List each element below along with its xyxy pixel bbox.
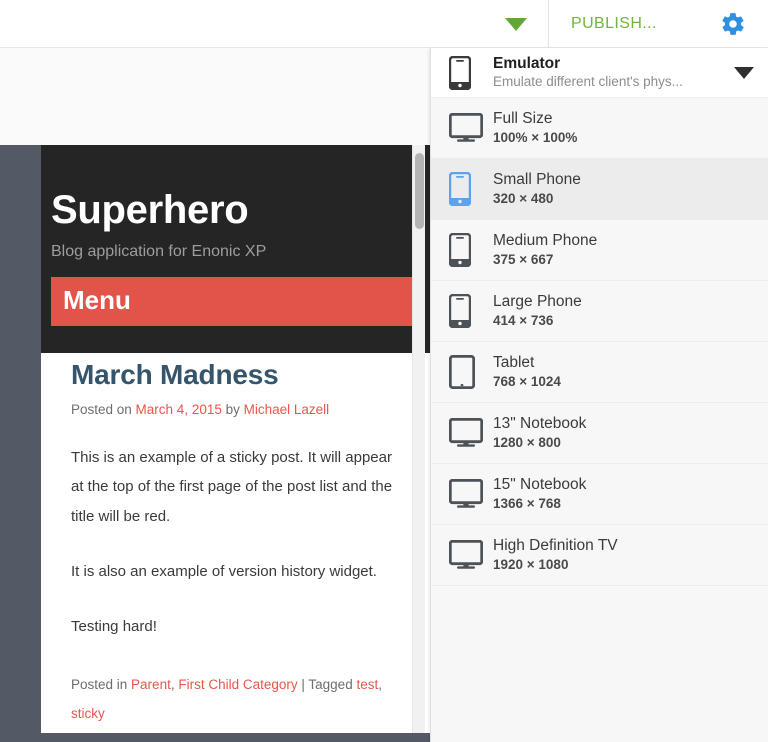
emulator-option-label: 13" Notebook <box>493 414 587 432</box>
post-meta-by: by <box>221 402 244 417</box>
caret-down-icon[interactable] <box>734 66 754 79</box>
post-footer: Posted in Parent, First Child Category |… <box>71 671 400 728</box>
emulator-option-dimensions: 1920 × 1080 <box>493 556 569 572</box>
emulator-option-text: High Definition TV 1920 × 1080 <box>493 536 618 574</box>
post-footer-tagged: Tagged <box>308 677 357 693</box>
post-footer-posted-in: Posted in <box>71 677 132 693</box>
phone-icon <box>449 233 493 267</box>
emulator-option-15-notebook[interactable]: 15" Notebook 1366 × 768 <box>431 464 768 525</box>
triangle-down-icon <box>505 17 527 31</box>
post-title: March Madness <box>71 359 279 390</box>
post-category-link[interactable]: Parent <box>131 677 171 692</box>
emulator-option-tablet[interactable]: Tablet 768 × 1024 <box>431 342 768 403</box>
emulator-option-text: 13" Notebook 1280 × 800 <box>493 414 586 452</box>
tablet-icon <box>449 355 493 389</box>
emulator-option-label: Medium Phone <box>493 231 598 249</box>
phone-icon <box>449 172 493 206</box>
blog-tagline: Blog application for Enonic XP <box>51 243 267 260</box>
device-scrollbar-thumb[interactable] <box>415 153 424 229</box>
emulator-option-label: Small Phone <box>493 170 581 188</box>
emulator-option-text: Medium Phone 375 × 667 <box>493 231 597 269</box>
blog-header: Superhero Blog application for Enonic XP… <box>41 145 430 353</box>
emulator-option-text: Tablet 768 × 1024 <box>493 353 561 391</box>
post-category-link[interactable]: First Child Category <box>178 677 297 692</box>
device-scrollbar[interactable] <box>412 145 425 733</box>
emulator-option-small-phone[interactable]: Small Phone 320 × 480 <box>431 159 768 220</box>
post-meta-prefix: Posted on <box>71 402 136 417</box>
emulator-option-label: High Definition TV <box>493 536 618 554</box>
blog-body: March Madness Posted on March 4, 2015 by… <box>41 353 430 728</box>
emulator-toggle-button[interactable] <box>484 0 548 48</box>
emulator-option-dimensions: 1366 × 768 <box>493 495 561 511</box>
post-footer-separator: | <box>297 677 309 693</box>
phone-icon <box>449 294 493 328</box>
emulator-option-label: Large Phone <box>493 292 582 310</box>
gear-icon <box>722 13 744 35</box>
emulator-option-dimensions: 320 × 480 <box>493 190 554 206</box>
app-root: PUBLISH... Superhero Blog application fo… <box>0 0 768 742</box>
post-paragraph: This is an example of a sticky post. It … <box>71 449 393 525</box>
emulator-option-dimensions: 414 × 736 <box>493 312 554 328</box>
emulator-option-label: Tablet <box>493 353 535 371</box>
emulator-option-full-size[interactable]: Full Size 100% × 100% <box>431 98 768 159</box>
emulator-option-dimensions: 100% × 100% <box>493 129 578 145</box>
post-tag-link[interactable]: sticky <box>71 706 105 721</box>
post-author-link[interactable]: Michael Lazell <box>244 402 330 417</box>
blog-site-title: Superhero <box>51 188 249 232</box>
emulator-option-13-notebook[interactable]: 13" Notebook 1280 × 800 <box>431 403 768 464</box>
top-toolbar: PUBLISH... <box>0 0 768 48</box>
emulator-option-label: 15" Notebook <box>493 475 587 493</box>
emulator-subtitle: Emulate different client's phys... <box>493 74 683 90</box>
emulator-option-text: Small Phone 320 × 480 <box>493 170 581 208</box>
emulator-dropdown-header[interactable]: Emulator Emulate different client's phys… <box>431 48 768 98</box>
blog-menu-button[interactable]: Menu <box>51 277 420 326</box>
preview-stage: Superhero Blog application for Enonic XP… <box>0 48 430 742</box>
emulator-option-large-phone[interactable]: Large Phone 414 × 736 <box>431 281 768 342</box>
post-tag-link[interactable]: test <box>356 677 378 692</box>
emulator-option-medium-phone[interactable]: Medium Phone 375 × 667 <box>431 220 768 281</box>
monitor-icon <box>449 540 493 570</box>
post-meta: Posted on March 4, 2015 by Michael Lazel… <box>71 402 400 417</box>
device-viewport: Superhero Blog application for Enonic XP… <box>41 145 430 733</box>
post-paragraph: It is also an example of version history… <box>71 562 377 580</box>
phone-icon <box>449 55 493 90</box>
emulator-option-dimensions: 768 × 1024 <box>493 373 561 389</box>
monitor-icon <box>449 479 493 509</box>
emulator-option-text: Full Size 100% × 100% <box>493 109 577 147</box>
settings-button[interactable] <box>698 0 768 48</box>
emulator-option-list: Full Size 100% × 100% Small Phone 320 × … <box>431 98 768 586</box>
comma: , <box>378 677 382 693</box>
emulator-dropdown-panel: Emulator Emulate different client's phys… <box>430 48 768 742</box>
emulator-option-text: Large Phone 414 × 736 <box>493 292 582 330</box>
post-paragraph: Testing hard! <box>71 618 157 635</box>
emulator-title: Emulator <box>493 55 561 73</box>
emulator-dropdown-header-text: Emulator Emulate different client's phys… <box>493 54 724 91</box>
monitor-icon <box>449 418 493 448</box>
emulator-option-text: 15" Notebook 1366 × 768 <box>493 475 586 513</box>
monitor-icon <box>449 113 493 143</box>
emulator-option-dimensions: 375 × 667 <box>493 251 554 267</box>
emulator-option-dimensions: 1280 × 800 <box>493 434 561 450</box>
publish-button[interactable]: PUBLISH... <box>548 0 698 48</box>
post-date-link[interactable]: March 4, 2015 <box>136 402 222 417</box>
publish-button-label: PUBLISH... <box>571 15 657 32</box>
emulator-option-hdtv[interactable]: High Definition TV 1920 × 1080 <box>431 525 768 586</box>
emulator-option-label: Full Size <box>493 109 553 127</box>
